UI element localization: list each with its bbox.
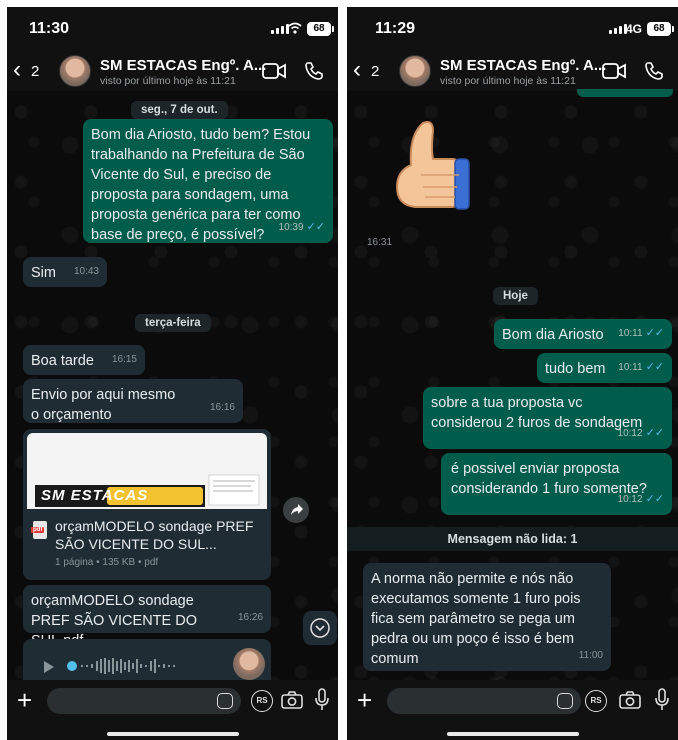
document-attachment[interactable]: SM ESTACAS orçamMODELO sondage PREF SÃO … [23, 429, 271, 580]
message-time: 16:16 [209, 402, 235, 413]
message-input[interactable] [47, 688, 241, 714]
date-separator: seg., 7 de out. [131, 101, 228, 119]
scroll-down-button[interactable] [303, 611, 337, 645]
sticker-icon[interactable] [557, 693, 573, 709]
chat-header: ‹ 2 SM ESTACAS Engº. A... visto por últi… [347, 51, 678, 91]
microphone-icon[interactable] [655, 688, 669, 712]
back-count[interactable]: 2 [371, 63, 379, 80]
wifi-icon [288, 22, 302, 34]
status-bar: 11:29 4G 68 [347, 7, 678, 51]
video-call-icon[interactable] [602, 61, 626, 81]
message-incoming[interactable]: Envio por aqui mesmo o orçamento 16:16 [23, 379, 243, 423]
message-time: 10:12 ✓✓ [617, 427, 664, 439]
message-time: 10:11 ✓✓ [618, 327, 664, 339]
pdf-file-icon [31, 521, 47, 539]
back-chevron-icon[interactable]: ‹ [13, 57, 21, 83]
thumbs-up-icon [395, 121, 470, 210]
camera-icon[interactable] [619, 691, 641, 709]
microphone-icon[interactable] [315, 688, 329, 712]
message-text: Bom dia Ariosto [502, 327, 604, 343]
payment-icon[interactable]: RS [585, 690, 607, 712]
message-outgoing[interactable]: Bom dia Ariosto 10:11 ✓✓ [494, 319, 672, 349]
message-text: sobre a tua proposta vc considerou 2 fur… [431, 395, 643, 431]
share-arrow-icon [291, 504, 303, 515]
sticker-time: 16:31 [367, 237, 393, 248]
message-time: 10:39 ✓✓ [278, 221, 325, 233]
network-type: 4G [626, 22, 643, 36]
document-thumbnail: SM ESTACAS [27, 433, 267, 509]
avatar[interactable] [399, 55, 431, 87]
back-chevron-icon[interactable]: ‹ [353, 57, 361, 83]
read-ticks-icon: ✓✓ [645, 427, 664, 439]
message-text: Bom dia Ariosto, tudo bem? Estou trabalh… [91, 127, 311, 243]
read-ticks-icon: ✓✓ [645, 361, 664, 373]
message-text: Envio por aqui mesmo o orçamento [31, 387, 176, 423]
document-meta: 1 página • 135 KB • pdf [55, 557, 159, 568]
battery-icon: 68 [307, 22, 334, 36]
signal-icon [271, 24, 289, 34]
phone-call-icon[interactable] [304, 61, 324, 81]
message-text: Sim [31, 265, 56, 281]
message-incoming[interactable]: Sim 10:43 [23, 257, 107, 287]
date-separator: Hoje [493, 287, 538, 305]
back-count[interactable]: 2 [31, 63, 39, 80]
sticker-icon[interactable] [217, 693, 233, 709]
input-bar: + RS [347, 680, 678, 740]
home-indicator [106, 732, 239, 736]
chat-header: ‹ 2 SM ESTACAS Engº. A... visto por últi… [7, 51, 338, 91]
message-time: 16:26 [237, 612, 263, 623]
signal-icon [609, 24, 627, 34]
camera-icon[interactable] [281, 691, 303, 709]
message-time: 11:00 [578, 650, 603, 661]
message-time: 10:43 [73, 266, 99, 277]
message-input[interactable] [387, 688, 581, 714]
message-outgoing[interactable]: sobre a tua proposta vc considerou 2 fur… [423, 387, 672, 449]
payment-icon[interactable]: RS [251, 690, 273, 712]
message-outgoing[interactable]: tudo bem 10:11 ✓✓ [537, 353, 672, 383]
battery-icon: 68 [647, 22, 674, 36]
chevron-down-icon [310, 618, 330, 638]
left-chat-screen: 11:30 68 ‹ 2 SM ESTACAS Engº. A... visto… [7, 7, 338, 740]
message-incoming[interactable]: orçamMODELO sondage PREF SÃO VICENTE DO … [23, 585, 271, 649]
waveform[interactable] [67, 655, 217, 677]
plus-icon[interactable]: + [357, 686, 372, 714]
contact-name[interactable]: SM ESTACAS Engº. A... [440, 57, 606, 74]
document-name: orçamMODELO sondage PREF SÃO VICENTE DO … [55, 518, 254, 552]
unread-divider: Mensagem não lida: 1 [347, 527, 678, 551]
right-chat-screen: 11:29 4G 68 ‹ 2 SM ESTACAS Engº. A... vi… [347, 7, 678, 740]
last-seen: visto por último hoje às 11:21 [100, 75, 236, 87]
contact-name[interactable]: SM ESTACAS Engº. A... [100, 57, 266, 74]
message-text: A norma não permite e nós não executamos… [371, 571, 581, 667]
read-ticks-icon: ✓✓ [645, 327, 664, 339]
message-text: tudo bem [545, 361, 606, 377]
status-time: 11:29 [375, 20, 416, 37]
last-seen: visto por último hoje às 11:21 [440, 75, 576, 87]
avatar [233, 648, 265, 680]
message-text: Boa tarde [31, 353, 94, 369]
phone-call-icon[interactable] [644, 61, 664, 81]
status-bar: 11:30 68 [7, 7, 338, 51]
home-indicator [446, 732, 579, 736]
message-time: 10:12 ✓✓ [617, 493, 664, 505]
message-time: 10:11 ✓✓ [618, 361, 664, 373]
plus-icon[interactable]: + [17, 686, 32, 714]
message-time: 16:15 [111, 354, 137, 365]
message-incoming[interactable]: Boa tarde 16:15 [23, 345, 145, 375]
status-time: 11:30 [29, 20, 70, 37]
read-ticks-icon: ✓✓ [645, 493, 664, 505]
message-outgoing[interactable]: Bom dia Ariosto, tudo bem? Estou trabalh… [83, 119, 333, 243]
share-button[interactable] [283, 497, 309, 523]
message-outgoing[interactable]: é possivel enviar proposta considerando … [441, 453, 672, 515]
message-outgoing-partial [577, 89, 673, 97]
avatar[interactable] [59, 55, 91, 87]
date-separator: terça-feira [135, 314, 211, 332]
message-incoming[interactable]: A norma não permite e nós não executamos… [363, 563, 611, 671]
read-ticks-icon: ✓✓ [306, 221, 325, 233]
thumbs-up-sticker[interactable]: 16:31 [359, 111, 470, 248]
video-call-icon[interactable] [262, 61, 286, 81]
input-bar: + RS [7, 680, 338, 740]
document-logo: SM ESTACAS [41, 487, 149, 504]
play-icon[interactable] [43, 661, 55, 673]
